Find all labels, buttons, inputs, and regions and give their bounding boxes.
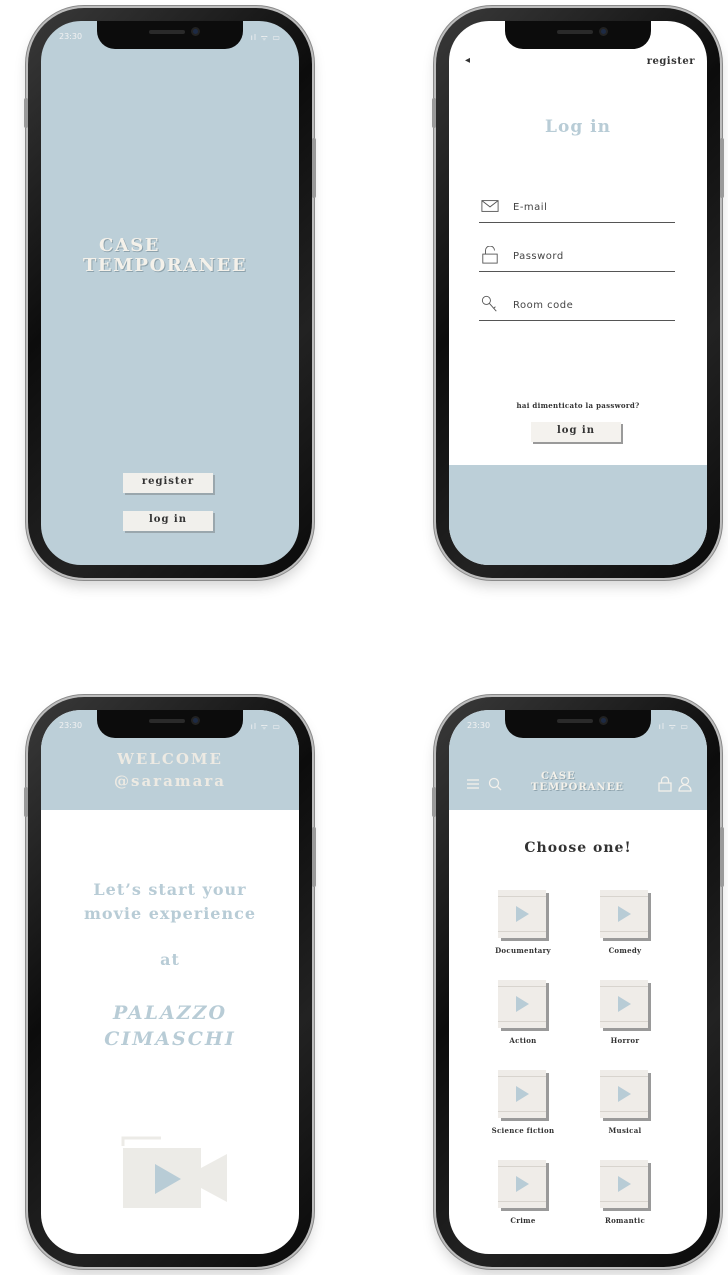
play-icon (516, 1086, 529, 1102)
app-logo: CASE TEMPORANEE (531, 771, 624, 793)
menu-icon[interactable] (465, 776, 481, 792)
genre-musical[interactable]: Musical (585, 1070, 665, 1150)
login-screen: ◂ register Log in E-mail Password Room c… (449, 21, 707, 565)
lock-icon (482, 246, 498, 264)
bottom-band (449, 465, 707, 565)
genre-label: Documentary (495, 946, 551, 955)
play-icon (618, 1176, 631, 1192)
genre-documentary[interactable]: Documentary (483, 890, 563, 970)
play-icon (618, 906, 631, 922)
status-bar: 23:30 ıl ᯤ ▭ (59, 720, 281, 734)
venue-line2: CIMASCHI (104, 1028, 236, 1050)
status-time: 23:30 (59, 32, 83, 41)
login-button[interactable]: log in (123, 511, 213, 531)
genre-horror[interactable]: Horror (585, 980, 665, 1060)
play-icon (516, 1176, 529, 1192)
search-icon[interactable] (487, 776, 503, 792)
password-field[interactable]: Password (479, 242, 675, 272)
genre-crime[interactable]: Crime (483, 1160, 563, 1240)
venue-line1: PALAZZO (112, 1002, 228, 1024)
key-icon (481, 295, 497, 312)
play-icon (516, 906, 529, 922)
genre-romantic[interactable]: Romantic (585, 1160, 665, 1240)
genre-comedy[interactable]: Comedy (585, 890, 665, 970)
status-icons: ıl ᯤ ▭ (250, 33, 281, 42)
genre-thumbnail (498, 1160, 546, 1208)
phone-welcome: 23:30 ıl ᯤ ▭ WELCOME @saramara Let’s sta… (24, 697, 316, 1267)
intro-at: at (160, 950, 180, 969)
room-code-placeholder: Room code (513, 300, 574, 311)
username: @saramara (114, 772, 226, 790)
phone-login: ◂ register Log in E-mail Password Room c… (432, 8, 724, 578)
login-submit-button[interactable]: log in (531, 422, 621, 442)
forgot-password-link[interactable]: hai dimenticato la password? (449, 401, 707, 410)
genres-screen: 23:30 ıl ᯤ ▭ CASE TEMPORANEE Choose one!… (449, 710, 707, 1254)
genre-thumbnail (600, 1070, 648, 1118)
status-icons: ıl ᯤ ▭ (658, 722, 689, 731)
genre-label: Musical (608, 1126, 642, 1135)
logo-line2: TEMPORANEE (83, 255, 248, 276)
logo-line2: TEMPORANEE (531, 782, 624, 793)
genre-thumbnail (498, 890, 546, 938)
choose-title: Choose one! (524, 840, 632, 856)
register-link[interactable]: register (647, 56, 695, 67)
logo-line1: CASE (541, 771, 576, 782)
room-code-field[interactable]: Room code (479, 291, 675, 321)
phone-genres: 23:30 ıl ᯤ ▭ CASE TEMPORANEE Choose one!… (432, 697, 724, 1267)
genre-thumbnail (600, 980, 648, 1028)
user-icon[interactable] (677, 776, 693, 792)
status-icons: ıl ᯤ ▭ (250, 722, 281, 731)
intro-line1: Let’s start your (93, 880, 247, 899)
play-icon (516, 996, 529, 1012)
genre-label: Science fiction (491, 1126, 555, 1135)
genre-label: Crime (510, 1216, 536, 1225)
play-icon (618, 1086, 631, 1102)
genre-science-fiction[interactable]: Science fiction (483, 1070, 563, 1150)
intro-line2: movie experience (83, 904, 257, 923)
status-bar: 23:30 ıl ᯤ ▭ (59, 31, 281, 45)
status-bar: 23:30 ıl ᯤ ▭ (467, 720, 689, 734)
back-arrow-icon[interactable]: ◂ (465, 55, 470, 66)
video-camera-icon[interactable] (121, 1132, 229, 1210)
notch (505, 21, 651, 49)
register-button[interactable]: register (123, 473, 213, 493)
password-placeholder: Password (513, 251, 564, 262)
genre-label: Comedy (608, 946, 642, 955)
lock-icon[interactable] (657, 776, 673, 792)
page-title: Log in (545, 117, 611, 137)
genre-thumbnail (498, 980, 546, 1028)
status-time: 23:30 (467, 721, 491, 730)
welcome-title: WELCOME (117, 750, 223, 768)
logo-line1: CASE (99, 235, 161, 256)
genre-label: Horror (610, 1036, 640, 1045)
play-icon (618, 996, 631, 1012)
status-time: 23:30 (59, 721, 83, 730)
welcome-screen: 23:30 ıl ᯤ ▭ WELCOME @saramara Let’s sta… (41, 710, 299, 1254)
genre-thumbnail (498, 1070, 546, 1118)
genre-action[interactable]: Action (483, 980, 563, 1060)
mail-icon (481, 200, 499, 212)
genre-label: Action (509, 1036, 537, 1045)
genre-thumbnail (600, 1160, 648, 1208)
genre-label: Romantic (604, 1216, 646, 1225)
splash-screen: 23:30 ıl ᯤ ▭ CASE TEMPORANEE register lo… (41, 21, 299, 565)
phone-splash: 23:30 ıl ᯤ ▭ CASE TEMPORANEE register lo… (24, 8, 316, 578)
genre-thumbnail (600, 890, 648, 938)
email-field[interactable]: E-mail (479, 193, 675, 223)
email-placeholder: E-mail (513, 202, 548, 213)
app-logo: CASE TEMPORANEE (83, 235, 247, 275)
